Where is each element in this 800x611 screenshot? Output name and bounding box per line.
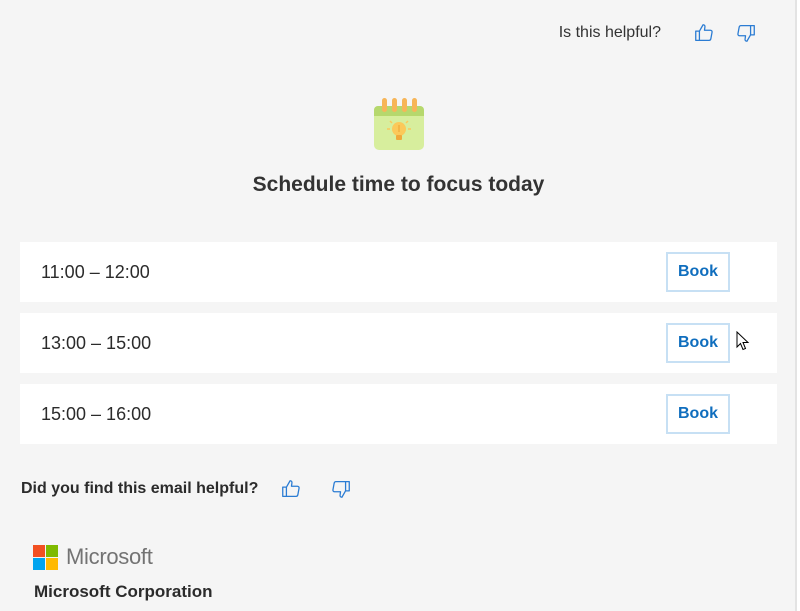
time-slot-row: 11:00 – 12:00 Book bbox=[20, 242, 777, 302]
brand-name: Microsoft bbox=[66, 544, 153, 569]
hero-section: Schedule time to focus today bbox=[0, 96, 797, 197]
calendar-lightbulb-icon bbox=[372, 96, 426, 152]
slot-time: 15:00 – 16:00 bbox=[41, 403, 152, 424]
mouse-cursor-icon bbox=[736, 331, 750, 351]
page-title: Schedule time to focus today bbox=[252, 173, 545, 196]
thumbs-up-icon[interactable] bbox=[276, 474, 306, 504]
time-slot-row: 13:00 – 15:00 Book bbox=[20, 313, 777, 373]
book-button[interactable]: Book bbox=[666, 252, 730, 292]
book-button[interactable]: Book bbox=[666, 323, 730, 363]
slot-time: 11:00 – 12:00 bbox=[41, 261, 150, 282]
time-slot-list: 11:00 – 12:00 Book 13:00 – 15:00 Book 15… bbox=[20, 242, 777, 455]
slot-time: 13:00 – 15:00 bbox=[41, 332, 152, 353]
microsoft-logo-icon bbox=[33, 544, 58, 570]
time-slot-row: 15:00 – 16:00 Book bbox=[20, 384, 777, 444]
email-feedback: Did you find this email helpful? bbox=[21, 474, 372, 504]
thumbs-down-icon[interactable] bbox=[731, 18, 761, 48]
feedback-question: Is this helpful? bbox=[558, 24, 661, 41]
header-feedback: Is this helpful? bbox=[559, 18, 765, 48]
company-name: Microsoft Corporation bbox=[34, 582, 213, 601]
thumbs-down-icon[interactable] bbox=[326, 474, 356, 504]
email-feedback-question: Did you find this email helpful? bbox=[21, 480, 259, 497]
thumbs-up-icon[interactable] bbox=[689, 18, 719, 48]
email-panel: Is this helpful? Schedule time to focus … bbox=[0, 0, 797, 611]
book-button[interactable]: Book bbox=[666, 394, 730, 434]
microsoft-brand: Microsoft bbox=[33, 544, 153, 570]
